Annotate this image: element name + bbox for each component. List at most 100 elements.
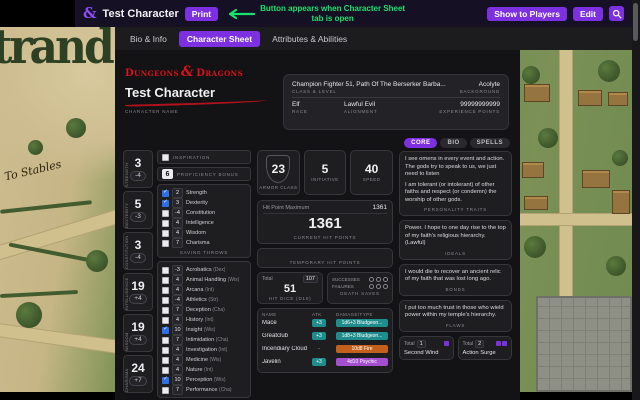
skill-row[interactable]: 4 History (Int) xyxy=(162,315,246,325)
success-dots[interactable] xyxy=(369,277,388,282)
skill-proficiency-checkbox[interactable] xyxy=(162,387,169,394)
skill-value[interactable]: 10 xyxy=(172,325,183,335)
saving-throw-row[interactable]: 7 Charisma xyxy=(162,238,246,248)
attack-row[interactable]: Greatclub +3 1d8+3 Bludgeon... xyxy=(262,330,388,343)
ideals-box[interactable]: Power. I hope to one day rise to the top… xyxy=(399,220,512,260)
skill-row[interactable]: 4 Medicine (Wis) xyxy=(162,355,246,365)
ability-score-box[interactable]: CONSTITUTION 3 -4 xyxy=(123,232,153,270)
hit-dice-value[interactable]: 51 xyxy=(262,283,318,295)
sheet-tab[interactable]: Attributes & Abilities xyxy=(264,31,355,47)
temp-hp-box[interactable]: TEMPORARY HIT POINTS xyxy=(257,248,393,268)
saving-throw-row[interactable]: 3 Dexterity xyxy=(162,198,246,208)
save-value[interactable]: 4 xyxy=(172,218,183,228)
tracker-pips[interactable] xyxy=(496,341,507,346)
skill-proficiency-checkbox[interactable] xyxy=(162,277,169,284)
skill-proficiency-checkbox[interactable] xyxy=(162,367,169,374)
hp-max-value[interactable]: 1361 xyxy=(373,204,387,211)
xp-field[interactable]: 99999999999 xyxy=(460,101,500,108)
proficiency-bonus-value[interactable]: 6 xyxy=(162,169,173,179)
save-value[interactable]: 7 xyxy=(172,238,183,248)
hit-dice-total-value[interactable]: 107 xyxy=(303,275,318,283)
character-name-field[interactable]: Test Character xyxy=(125,85,277,100)
save-proficiency-checkbox[interactable] xyxy=(162,230,169,237)
skill-value[interactable]: 7 xyxy=(172,305,183,315)
skill-proficiency-checkbox[interactable] xyxy=(162,377,169,384)
skill-row[interactable]: 4 Nature (Int) xyxy=(162,365,246,375)
skill-row[interactable]: 7 Intimidation (Cha) xyxy=(162,335,246,345)
sheet-tab[interactable]: Bio & Info xyxy=(122,31,175,47)
tracker-total-value[interactable]: 1 xyxy=(417,340,426,348)
view-pill[interactable]: SPELLS xyxy=(470,138,510,148)
ability-score-box[interactable]: DEXTERITY 5 -3 xyxy=(123,191,153,229)
skill-proficiency-checkbox[interactable] xyxy=(162,347,169,354)
limited-use-tracker[interactable]: Total 2 Action Surge xyxy=(458,336,513,360)
saving-throw-row[interactable]: 4 Intelligence xyxy=(162,218,246,228)
saving-throw-row[interactable]: 2 Strength xyxy=(162,188,246,198)
ability-score-box[interactable]: WISDOM 19 +4 xyxy=(123,314,153,352)
save-proficiency-checkbox[interactable] xyxy=(162,220,169,227)
speed-box[interactable]: 40 SPEED xyxy=(350,150,393,195)
attack-damage-badge[interactable]: 1d8+3 Bludgeon... xyxy=(336,332,388,340)
ability-score-box[interactable]: CHARISMA 24 +7 xyxy=(123,355,153,393)
inspiration-checkbox[interactable] xyxy=(162,154,169,161)
attack-row[interactable]: Incendiary Cloud - 10d8 Fire xyxy=(262,343,388,356)
attack-bonus-badge[interactable]: +3 xyxy=(312,319,326,327)
skill-value[interactable]: 4 xyxy=(172,345,183,355)
flaws-box[interactable]: I put too much trust in those who wield … xyxy=(399,300,512,332)
view-pill[interactable]: CORE xyxy=(404,138,437,148)
limited-use-tracker[interactable]: Total 1 Second Wind xyxy=(399,336,454,360)
attack-bonus-badge[interactable]: +3 xyxy=(312,358,326,366)
saving-throw-row[interactable]: 4 Wisdom xyxy=(162,228,246,238)
hp-current-value[interactable]: 1361 xyxy=(263,216,387,233)
attack-row[interactable]: Javelin +3 4d10 Psychic xyxy=(262,356,388,369)
hit-dice-box[interactable]: Total 107 51 HIT DICE (D10) xyxy=(257,272,323,304)
save-value[interactable]: 4 xyxy=(172,228,183,238)
skill-value[interactable]: 7 xyxy=(172,385,183,395)
save-value[interactable]: 2 xyxy=(172,188,183,198)
skill-proficiency-checkbox[interactable] xyxy=(162,327,169,334)
skill-value[interactable]: 4 xyxy=(172,355,183,365)
save-proficiency-checkbox[interactable] xyxy=(162,210,169,217)
skill-value[interactable]: 4 xyxy=(172,275,183,285)
skill-value[interactable]: -4 xyxy=(172,295,183,305)
saving-throw-row[interactable]: -4 Constitution xyxy=(162,208,246,218)
personality-traits-box[interactable]: I see omens in every event and action. T… xyxy=(399,151,512,216)
skill-value[interactable]: 4 xyxy=(172,315,183,325)
save-proficiency-checkbox[interactable] xyxy=(162,200,169,207)
skill-row[interactable]: 10 Insight (Wis) xyxy=(162,325,246,335)
tracker-total-value[interactable]: 2 xyxy=(475,340,484,348)
skill-value[interactable]: 7 xyxy=(172,335,183,345)
edit-button[interactable]: Edit xyxy=(573,7,603,21)
skill-proficiency-checkbox[interactable] xyxy=(162,297,169,304)
skill-row[interactable]: 7 Performance (Cha) xyxy=(162,385,246,395)
skill-proficiency-checkbox[interactable] xyxy=(162,267,169,274)
armor-class-box[interactable]: 23 ARMOR CLASS xyxy=(257,150,300,195)
browser-scrollbar[interactable] xyxy=(632,0,640,400)
race-field[interactable]: Elf xyxy=(292,101,344,108)
skill-row[interactable]: 7 Deception (Cha) xyxy=(162,305,246,315)
skill-row[interactable]: -3 Acrobatics (Dex) xyxy=(162,265,246,275)
save-proficiency-checkbox[interactable] xyxy=(162,240,169,247)
alignment-field[interactable]: Lawful Evil xyxy=(344,101,460,108)
skill-row[interactable]: -4 Athletics (Str) xyxy=(162,295,246,305)
skill-value[interactable]: 10 xyxy=(172,375,183,385)
skill-value[interactable]: 4 xyxy=(172,365,183,375)
save-value[interactable]: 3 xyxy=(172,198,183,208)
skill-proficiency-checkbox[interactable] xyxy=(162,357,169,364)
tracker-pips[interactable] xyxy=(444,341,449,346)
skill-value[interactable]: -3 xyxy=(172,265,183,275)
attack-damage-badge[interactable]: 4d10 Psychic xyxy=(336,358,388,366)
show-to-players-button[interactable]: Show to Players xyxy=(487,7,567,21)
save-proficiency-checkbox[interactable] xyxy=(162,190,169,197)
attack-damage-badge[interactable]: 1d6+3 Bludgeon... xyxy=(336,319,388,327)
skill-value[interactable]: 4 xyxy=(172,285,183,295)
save-value[interactable]: -4 xyxy=(172,208,183,218)
skill-row[interactable]: 4 Arcana (Int) xyxy=(162,285,246,295)
attack-bonus-badge[interactable]: - xyxy=(312,345,326,353)
skill-row[interactable]: 10 Perception (Wis) xyxy=(162,375,246,385)
attack-bonus-badge[interactable]: +3 xyxy=(312,332,326,340)
ability-score-box[interactable]: STRENGTH 3 -4 xyxy=(123,150,153,188)
scrollbar-thumb[interactable] xyxy=(633,3,638,41)
background-field[interactable]: Acolyte xyxy=(479,81,500,88)
initiative-box[interactable]: 5 INITIATIVE xyxy=(304,150,347,195)
